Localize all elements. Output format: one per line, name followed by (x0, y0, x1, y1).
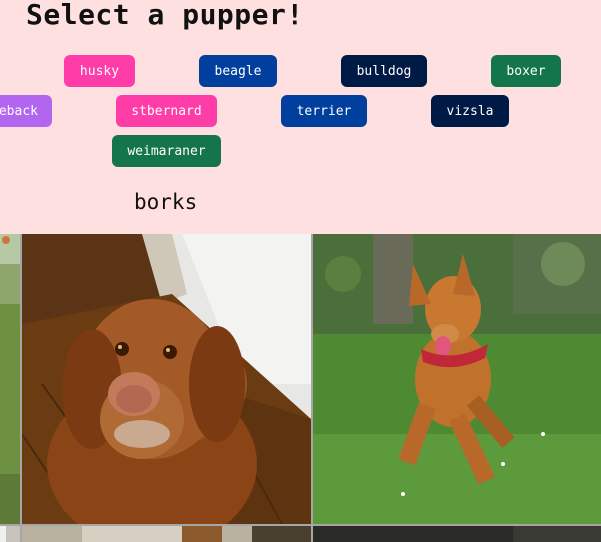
breed-button-terrier[interactable]: terrier (281, 95, 367, 127)
vizsla-running-photo[interactable] (313, 234, 601, 524)
breed-button-husky[interactable]: husky (64, 55, 135, 87)
gallery-heading: borks (134, 190, 198, 214)
breed-button-clipped[interactable]: eback (0, 95, 52, 127)
vizsla-portrait-photo[interactable] (22, 234, 311, 524)
page: Select a pupper! husky beagle bulldog bo… (0, 0, 601, 542)
breed-button-stbernard[interactable]: stbernard (116, 95, 217, 127)
page-title: Select a pupper! (26, 0, 304, 31)
dog-photo-bottom-right[interactable] (313, 526, 601, 542)
breed-button-bulldog[interactable]: bulldog (341, 55, 427, 87)
breed-button-boxer[interactable]: boxer (491, 55, 561, 87)
dog-photo-bottom-center[interactable] (22, 526, 311, 542)
breed-button-vizsla[interactable]: vizsla (431, 95, 509, 127)
image-gallery (0, 234, 601, 542)
dog-photo-bottom-left[interactable] (0, 526, 20, 542)
dog-photo-edge-left[interactable] (0, 234, 20, 524)
breed-button-weimaraner[interactable]: weimaraner (112, 135, 221, 167)
breed-button-beagle[interactable]: beagle (199, 55, 277, 87)
